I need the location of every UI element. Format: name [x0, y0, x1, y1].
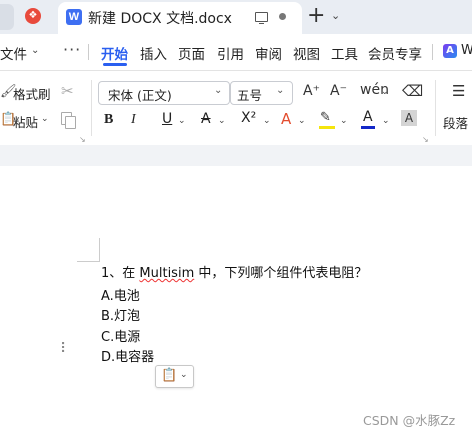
underline-button[interactable]: U: [162, 111, 172, 127]
new-tab-icon[interactable]: +: [307, 5, 325, 27]
dialog-launcher-icon[interactable]: ↘: [79, 135, 86, 144]
divider: [432, 44, 433, 60]
option-a[interactable]: A.电池: [101, 285, 140, 304]
spellcheck-word[interactable]: Multisim: [139, 266, 194, 281]
format-brush-button[interactable]: 格式刷: [13, 84, 51, 103]
word-doc-icon: W: [66, 9, 82, 25]
character-shading-button[interactable]: A: [401, 110, 417, 126]
cut-icon[interactable]: ✂: [61, 82, 74, 100]
chevron-down-icon[interactable]: ⌄: [381, 87, 389, 97]
font-color-button[interactable]: A: [363, 109, 373, 125]
question-prefix: 1、在: [101, 266, 140, 281]
tab-insert[interactable]: 插入: [140, 43, 167, 63]
paste-button[interactable]: 粘贴: [13, 112, 38, 131]
chevron-down-icon[interactable]: ⌄: [331, 9, 340, 22]
tab-page[interactable]: 页面: [178, 43, 205, 63]
app-logo-icon[interactable]: ❖: [25, 8, 41, 24]
chevron-down-icon[interactable]: ⌄: [41, 114, 49, 124]
font-color-bar: [361, 126, 375, 129]
document-tab-title[interactable]: 新建 DOCX 文档.docx: [88, 8, 232, 28]
tab-start[interactable]: 开始: [101, 43, 128, 63]
tab-member[interactable]: 会员专享: [368, 43, 422, 63]
chevron-down-icon[interactable]: ⌄: [180, 370, 188, 380]
tab-tools[interactable]: 工具: [331, 43, 358, 63]
option-d[interactable]: D.电容器: [101, 346, 154, 365]
paragraph-list-icon[interactable]: ☰: [452, 82, 465, 100]
paragraph-button[interactable]: 段落: [443, 113, 468, 132]
ai-assistant-icon[interactable]: A: [443, 44, 457, 58]
tab-view[interactable]: 视图: [293, 43, 320, 63]
chevron-down-icon[interactable]: ⌄: [298, 116, 306, 126]
chevron-down-icon[interactable]: ⌄: [31, 45, 39, 56]
question-text[interactable]: 1、在 Multisim 中，下列哪个组件代表电阻？: [101, 262, 367, 281]
clipboard-icon[interactable]: 📋: [161, 368, 177, 383]
clear-format-icon[interactable]: ⌫: [402, 82, 423, 100]
divider: [91, 80, 92, 136]
text-effect-button[interactable]: A: [281, 110, 291, 128]
highlight-icon[interactable]: ✎: [320, 110, 331, 125]
shrink-font-button[interactable]: A⁻: [330, 83, 347, 99]
watermark: CSDN @水豚Zz: [363, 413, 456, 428]
grow-font-button[interactable]: A⁺: [303, 83, 320, 99]
bold-button[interactable]: B: [104, 112, 113, 128]
tab-references[interactable]: 引用: [217, 43, 244, 63]
chevron-down-icon[interactable]: ⌄: [214, 85, 222, 96]
margin-marker: [99, 238, 100, 261]
ai-assistant-label[interactable]: W: [461, 43, 472, 58]
monitor-icon[interactable]: [255, 12, 268, 25]
previous-tab[interactable]: [0, 4, 14, 30]
copy-icon[interactable]: [61, 112, 76, 129]
chevron-down-icon[interactable]: ⌄: [382, 116, 390, 126]
chevron-down-icon[interactable]: ⌄: [218, 116, 226, 126]
tab-review[interactable]: 审阅: [255, 43, 282, 63]
superscript-button[interactable]: X²: [241, 110, 256, 126]
divider: [435, 80, 436, 136]
divider: [88, 44, 89, 60]
option-b[interactable]: B.灯泡: [101, 305, 140, 324]
italic-button[interactable]: I: [131, 112, 136, 128]
document-canvas[interactable]: [0, 166, 472, 434]
more-options-icon[interactable]: ···: [63, 40, 81, 59]
question-suffix: 中，下列哪个组件代表电阻？: [194, 266, 368, 281]
dialog-launcher-icon[interactable]: ↘: [422, 135, 429, 144]
chevron-down-icon[interactable]: ⌄: [276, 85, 284, 96]
option-c[interactable]: C.电源: [101, 326, 140, 345]
menu-file[interactable]: 文件: [0, 43, 27, 63]
drag-handle-icon[interactable]: ⠇: [60, 342, 70, 356]
active-tab-indicator: [103, 63, 127, 66]
font-family-value[interactable]: 宋体 (正文): [108, 85, 172, 104]
unsaved-dot-icon[interactable]: [279, 13, 286, 20]
chevron-down-icon[interactable]: ⌄: [263, 116, 271, 126]
strikethrough-button[interactable]: A: [201, 111, 211, 127]
chevron-down-icon[interactable]: ⌄: [178, 116, 186, 126]
chevron-down-icon[interactable]: ⌄: [340, 116, 348, 126]
ribbon-footer: [0, 145, 472, 167]
highlight-color-bar: [319, 126, 335, 129]
font-size-value[interactable]: 五号: [237, 85, 262, 104]
margin-marker: [77, 261, 100, 262]
